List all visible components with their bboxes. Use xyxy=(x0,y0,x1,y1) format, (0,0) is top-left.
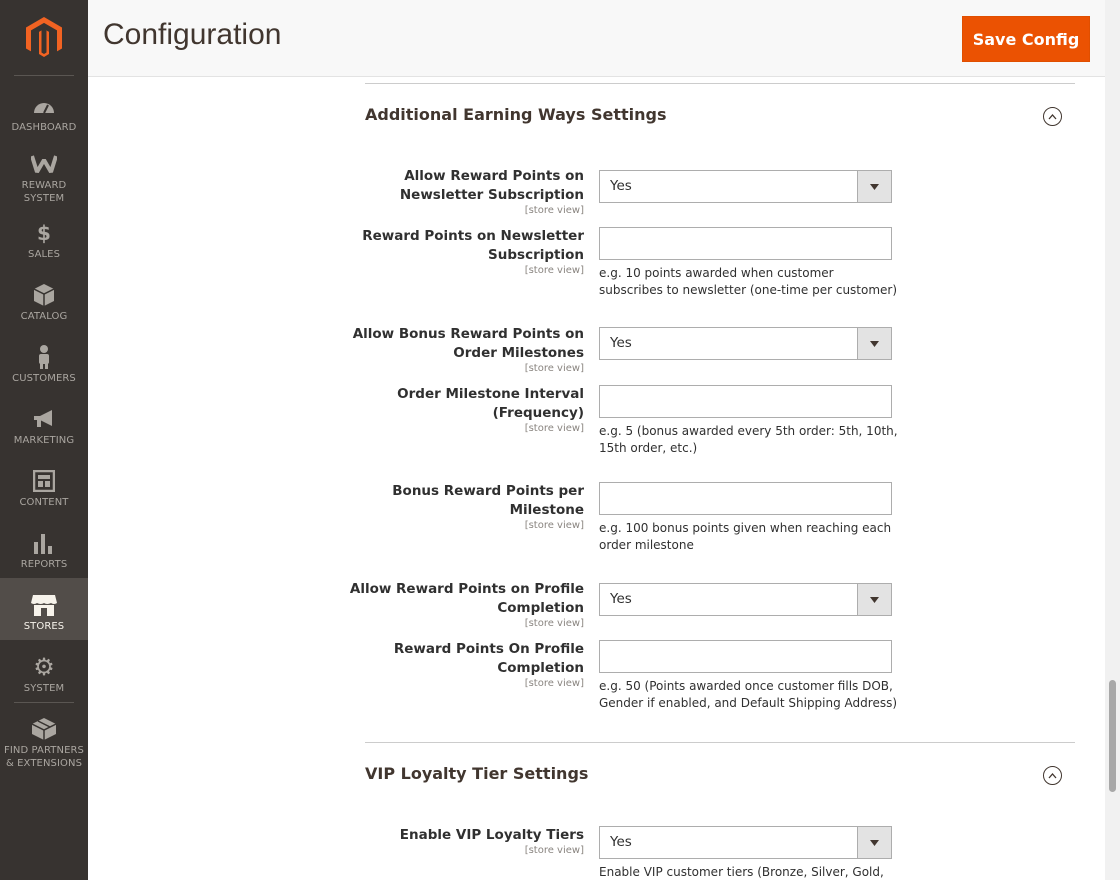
nav-label: SYSTEM xyxy=(23,683,65,694)
nav-system[interactable]: ⚙ SYSTEM xyxy=(0,648,88,710)
gear-icon: ⚙ xyxy=(33,653,55,681)
nav-label: REWARD SYSTEM xyxy=(21,180,67,204)
field-note: Enable VIP customer tiers (Bronze, Silve… xyxy=(599,865,884,879)
reward-icon xyxy=(31,151,57,177)
scrollbar-thumb[interactable] xyxy=(1109,680,1116,792)
profile-points-input[interactable] xyxy=(599,640,892,673)
chevron-up-icon xyxy=(1048,113,1057,119)
field-note: e.g. 10 points awarded when customer sub… xyxy=(599,266,898,297)
dollar-icon: $ xyxy=(37,221,51,245)
section-divider xyxy=(365,742,1075,743)
dropdown-arrow-icon xyxy=(857,171,891,202)
milestone-interval-input[interactable] xyxy=(599,385,892,418)
newsletter-points-input[interactable] xyxy=(599,227,892,260)
nav-label: SALES xyxy=(27,249,61,260)
field-note: e.g. 100 bonus points given when reachin… xyxy=(599,521,892,552)
dropdown-arrow-icon xyxy=(857,584,891,615)
newsletter-allow-select[interactable]: Yes xyxy=(599,170,892,203)
field-label-profile-allow: Allow Reward Points on Profile Completio… xyxy=(344,580,584,630)
nav-label: CATALOG xyxy=(20,311,68,322)
nav-sales[interactable]: $ SALES xyxy=(0,214,88,276)
scope-label: [store view] xyxy=(524,618,584,629)
dashboard-icon xyxy=(31,93,57,119)
page-title: Configuration xyxy=(103,18,282,51)
nav-label: DASHBOARD xyxy=(11,122,77,133)
field-label-milestone-allow: Allow Bonus Reward Points on Order Miles… xyxy=(344,325,584,375)
section-title-earning[interactable]: Additional Earning Ways Settings xyxy=(365,105,666,124)
nav-label: STORES xyxy=(23,621,65,632)
nav-marketing[interactable]: MARKETING xyxy=(0,400,88,462)
scope-label: [store view] xyxy=(524,205,584,216)
nav-customers[interactable]: CUSTOMERS xyxy=(0,338,88,400)
vip-enable-select[interactable]: Yes xyxy=(599,826,892,859)
section-divider xyxy=(365,83,1075,84)
bar-chart-icon xyxy=(31,530,57,556)
blocks-icon xyxy=(31,716,57,742)
field-label-milestone-interval: Order Milestone Interval (Frequency) [st… xyxy=(344,385,584,435)
magento-logo-icon xyxy=(26,17,62,57)
nav-label: MARKETING xyxy=(13,435,75,446)
nav-reward-system[interactable]: REWARD SYSTEM xyxy=(0,145,88,207)
nav-divider xyxy=(14,702,74,703)
box-icon xyxy=(31,282,57,308)
scope-label: [store view] xyxy=(524,678,584,689)
collapse-vip-button[interactable] xyxy=(1043,766,1062,785)
page-header: Configuration Save Config xyxy=(88,0,1105,77)
field-label-newsletter-allow: Allow Reward Points on Newsletter Subscr… xyxy=(344,167,584,217)
scope-label: [store view] xyxy=(524,265,584,276)
milestone-allow-select[interactable]: Yes xyxy=(599,327,892,360)
store-icon xyxy=(31,592,57,618)
field-note: e.g. 50 (Points awarded once customer fi… xyxy=(599,679,898,710)
logo-divider xyxy=(14,75,74,76)
field-label-vip-enable: Enable VIP Loyalty Tiers [store view] xyxy=(344,826,584,857)
nav-catalog[interactable]: CATALOG xyxy=(0,276,88,338)
config-content: Additional Earning Ways Settings Allow R… xyxy=(88,78,1105,880)
nav-label: CUSTOMERS xyxy=(12,373,76,384)
nav-find-partners[interactable]: FIND PARTNERS & EXTENSIONS xyxy=(0,710,88,772)
admin-sidebar: DASHBOARD REWARD SYSTEM $ SALES CATALOG … xyxy=(0,0,88,880)
layout-icon xyxy=(31,468,57,494)
scope-label: [store view] xyxy=(524,363,584,374)
field-label-newsletter-points: Reward Points on Newsletter Subscription… xyxy=(344,227,584,277)
dropdown-arrow-icon xyxy=(857,827,891,858)
field-label-milestone-points: Bonus Reward Points per Milestone [store… xyxy=(344,482,584,532)
field-label-profile-points: Reward Points On Profile Completion [sto… xyxy=(344,640,584,690)
save-config-button[interactable]: Save Config xyxy=(962,16,1090,62)
collapse-earning-button[interactable] xyxy=(1043,107,1062,126)
nav-label: FIND PARTNERS & EXTENSIONS xyxy=(3,745,85,769)
chevron-up-icon xyxy=(1048,772,1057,778)
nav-label: REPORTS xyxy=(20,559,68,570)
page-scrollbar[interactable] xyxy=(1105,0,1120,880)
dropdown-arrow-icon xyxy=(857,328,891,359)
megaphone-icon xyxy=(31,406,57,432)
scope-label: [store view] xyxy=(524,423,584,434)
section-title-vip[interactable]: VIP Loyalty Tier Settings xyxy=(365,764,588,783)
scope-label: [store view] xyxy=(524,520,584,531)
scope-label: [store view] xyxy=(524,845,584,856)
nav-content[interactable]: CONTENT xyxy=(0,462,88,524)
nav-reports[interactable]: REPORTS xyxy=(0,524,88,586)
nav-stores[interactable]: STORES xyxy=(0,578,88,640)
nav-label: CONTENT xyxy=(19,497,69,508)
milestone-points-input[interactable] xyxy=(599,482,892,515)
field-note: e.g. 5 (bonus awarded every 5th order: 5… xyxy=(599,424,898,455)
magento-logo[interactable] xyxy=(0,0,88,76)
person-icon xyxy=(31,344,57,370)
profile-allow-select[interactable]: Yes xyxy=(599,583,892,616)
nav-dashboard[interactable]: DASHBOARD xyxy=(0,87,88,149)
